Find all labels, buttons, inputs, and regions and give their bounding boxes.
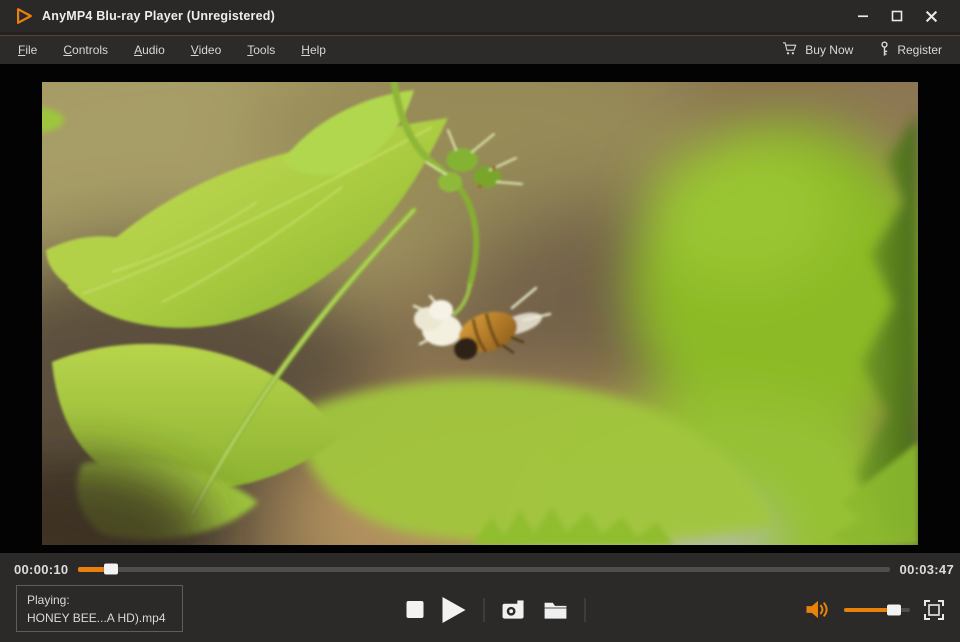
transport-controls	[407, 581, 586, 638]
buy-now-button[interactable]: Buy Now	[782, 41, 853, 59]
menu-tools[interactable]: Tools	[247, 43, 275, 57]
menu-help[interactable]: Help	[301, 43, 326, 57]
progress-slider[interactable]	[78, 567, 889, 572]
menu-controls[interactable]: Controls	[63, 43, 108, 57]
control-bar: 00:00:10 00:03:47 Playing: HONEY BEE...A…	[0, 553, 960, 642]
divider	[585, 598, 586, 622]
register-label: Register	[897, 43, 942, 57]
mute-button[interactable]	[804, 598, 831, 621]
menu-file[interactable]: File	[18, 43, 37, 57]
minimize-icon[interactable]	[850, 5, 876, 27]
volume-thumb[interactable]	[887, 604, 901, 615]
folder-icon	[544, 600, 568, 620]
now-playing-file: HONEY BEE...A HD).mp4	[27, 609, 172, 627]
volume-slider[interactable]	[844, 608, 910, 612]
menu-audio[interactable]: Audio	[134, 43, 165, 57]
stop-button[interactable]	[407, 601, 424, 618]
progress-thumb[interactable]	[104, 564, 118, 575]
right-controls	[804, 581, 945, 638]
video-stage	[0, 64, 960, 553]
video-scene	[42, 82, 918, 545]
play-icon	[441, 596, 467, 624]
now-playing-label: Playing:	[27, 591, 172, 609]
progress-row: 00:00:10 00:03:47	[0, 553, 960, 581]
duration-time: 00:03:47	[900, 562, 954, 577]
maximize-icon[interactable]	[884, 5, 910, 27]
menu-right-actions: Buy Now Register	[782, 41, 942, 60]
window-controls	[850, 5, 950, 27]
controls-row: Playing: HONEY BEE...A HD).mp4	[0, 581, 960, 638]
window-title: AnyMP4 Blu-ray Player (Unregistered)	[42, 9, 275, 23]
close-icon[interactable]	[918, 5, 944, 27]
menu-bar: File Controls Audio Video Tools Help Buy…	[0, 36, 960, 64]
snapshot-button[interactable]	[502, 599, 527, 620]
cart-icon	[782, 41, 798, 59]
speaker-icon	[804, 598, 831, 621]
register-button[interactable]: Register	[879, 41, 942, 60]
title-bar: AnyMP4 Blu-ray Player (Unregistered)	[0, 0, 960, 32]
key-icon	[879, 41, 890, 60]
fullscreen-icon	[923, 599, 945, 621]
camera-icon	[502, 599, 527, 620]
now-playing-box: Playing: HONEY BEE...A HD).mp4	[16, 585, 183, 632]
play-button[interactable]	[441, 596, 467, 624]
video-frame[interactable]	[42, 82, 918, 545]
stop-icon	[407, 601, 424, 618]
elapsed-time: 00:00:10	[14, 562, 68, 577]
open-file-button[interactable]	[544, 600, 568, 620]
app-logo-icon	[14, 6, 34, 26]
buy-now-label: Buy Now	[805, 43, 853, 57]
menu-video[interactable]: Video	[191, 43, 221, 57]
divider	[484, 598, 485, 622]
fullscreen-button[interactable]	[923, 599, 945, 621]
